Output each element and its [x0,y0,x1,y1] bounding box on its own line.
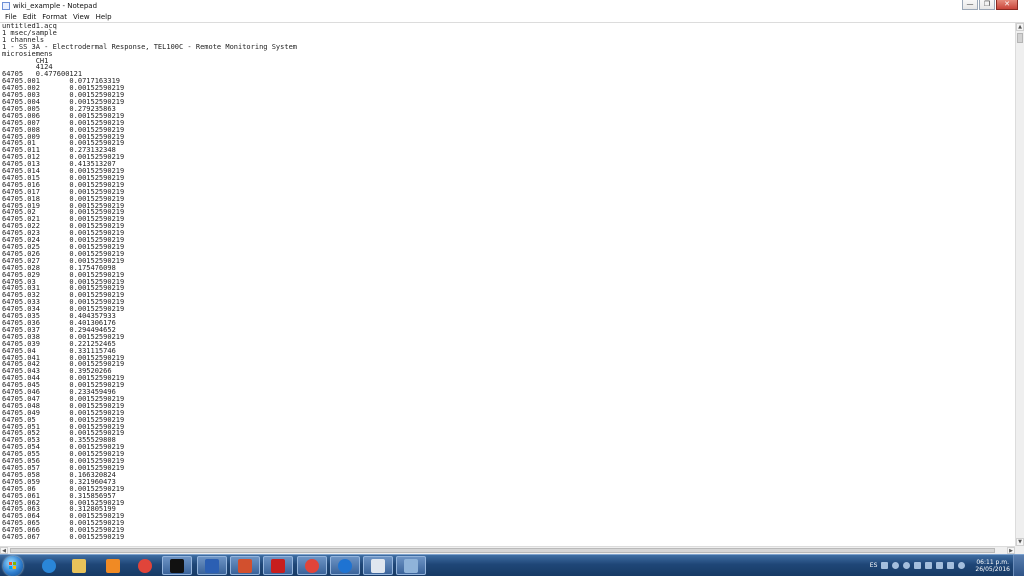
start-button[interactable] [3,556,23,576]
taskbar-button-media-player[interactable] [98,556,128,575]
text-line[interactable]: 1 msec/sample [2,29,297,37]
window-title: wiki_example - Notepad [13,2,98,10]
clock-time: 06:11 p.m. [976,558,1010,566]
taskbar-button-acrobat[interactable] [263,556,293,575]
security-icon[interactable] [903,562,911,569]
help-icon[interactable] [892,562,900,569]
taskbar-button-notepad[interactable] [363,556,393,575]
notepad-app-icon[interactable] [2,2,10,10]
scroll-left-arrow-icon[interactable]: ◀ [0,547,8,554]
taskbar-button-command-prompt[interactable] [162,556,192,575]
command-prompt-icon [170,558,184,573]
show-desktop-button[interactable] [1013,555,1024,576]
taskbar-button-powerpoint[interactable] [230,556,260,575]
language-indicator[interactable]: ES [870,562,878,569]
monitor-icon[interactable] [936,562,944,569]
media-player-icon [106,558,120,573]
scroll-up-arrow-icon[interactable]: ▲ [1016,23,1024,31]
chrome-icon-2 [305,558,319,573]
vertical-scrollbar[interactable]: ▲ ▼ [1015,23,1024,546]
menu-view[interactable]: View [70,12,93,22]
document-text[interactable]: untitled1.acq 1 msec/sample 1 channels 1 - … [2,23,297,541]
horizontal-scrollbar[interactable]: ◀ ▶ [0,546,1015,554]
minimize-button[interactable]: — [962,0,978,10]
close-button[interactable]: ✕ [996,0,1018,10]
clock-date: 26/05/2016 [975,565,1010,573]
taskbar-button-chrome[interactable] [297,556,327,575]
horizontal-scroll-thumb[interactable] [10,548,995,553]
scrollbar-corner [1015,546,1024,554]
clock[interactable]: 06:11 p.m. 26/05/2016 [975,559,1010,573]
taskbar-button-internet-explorer[interactable] [34,556,64,575]
menu-bar: File Edit Format View Help [0,12,1024,23]
text-editor-area[interactable]: untitled1.acq 1 msec/sample 1 channels 1 - … [0,23,1015,546]
keyboard-icon[interactable] [881,562,889,569]
menu-file[interactable]: File [0,12,20,22]
network-icon[interactable] [947,562,955,569]
menu-format[interactable]: Format [39,12,70,22]
word-icon [205,558,219,573]
taskbar-button-generic-app[interactable] [396,556,426,575]
powerpoint-icon [238,558,252,573]
flag-icon[interactable] [925,562,933,569]
taskbar-button-word[interactable] [197,556,227,575]
teamviewer-icon [338,558,352,573]
acrobat-icon [271,558,285,573]
notepad-icon [371,558,385,573]
scroll-right-arrow-icon[interactable]: ▶ [1007,547,1015,554]
file-explorer-icon [72,558,86,573]
show-hidden-icons-icon[interactable] [914,562,922,569]
scroll-down-arrow-icon[interactable]: ▼ [1016,538,1024,546]
system-tray: ES 06:11 p.m. 26/05/2016 [870,555,1010,576]
generic-app-icon [404,558,418,573]
taskbar-button-file-explorer[interactable] [64,556,94,575]
windows-logo-icon [9,562,17,570]
menu-edit[interactable]: Edit [20,12,40,22]
taskbar-button-chrome[interactable] [130,556,160,575]
menu-help[interactable]: Help [93,12,115,22]
chrome-icon [138,558,152,573]
taskbar-button-teamviewer[interactable] [330,556,360,575]
window-controls: — ❐ ✕ [962,0,1018,10]
taskbar: ES 06:11 p.m. 26/05/2016 [0,554,1024,576]
text-line[interactable]: 64705.067 0.00152590219 [2,534,297,541]
volume-icon[interactable] [958,562,966,569]
internet-explorer-icon [42,558,56,573]
vertical-scroll-thumb[interactable] [1017,33,1023,43]
restore-button[interactable]: ❐ [979,0,995,10]
